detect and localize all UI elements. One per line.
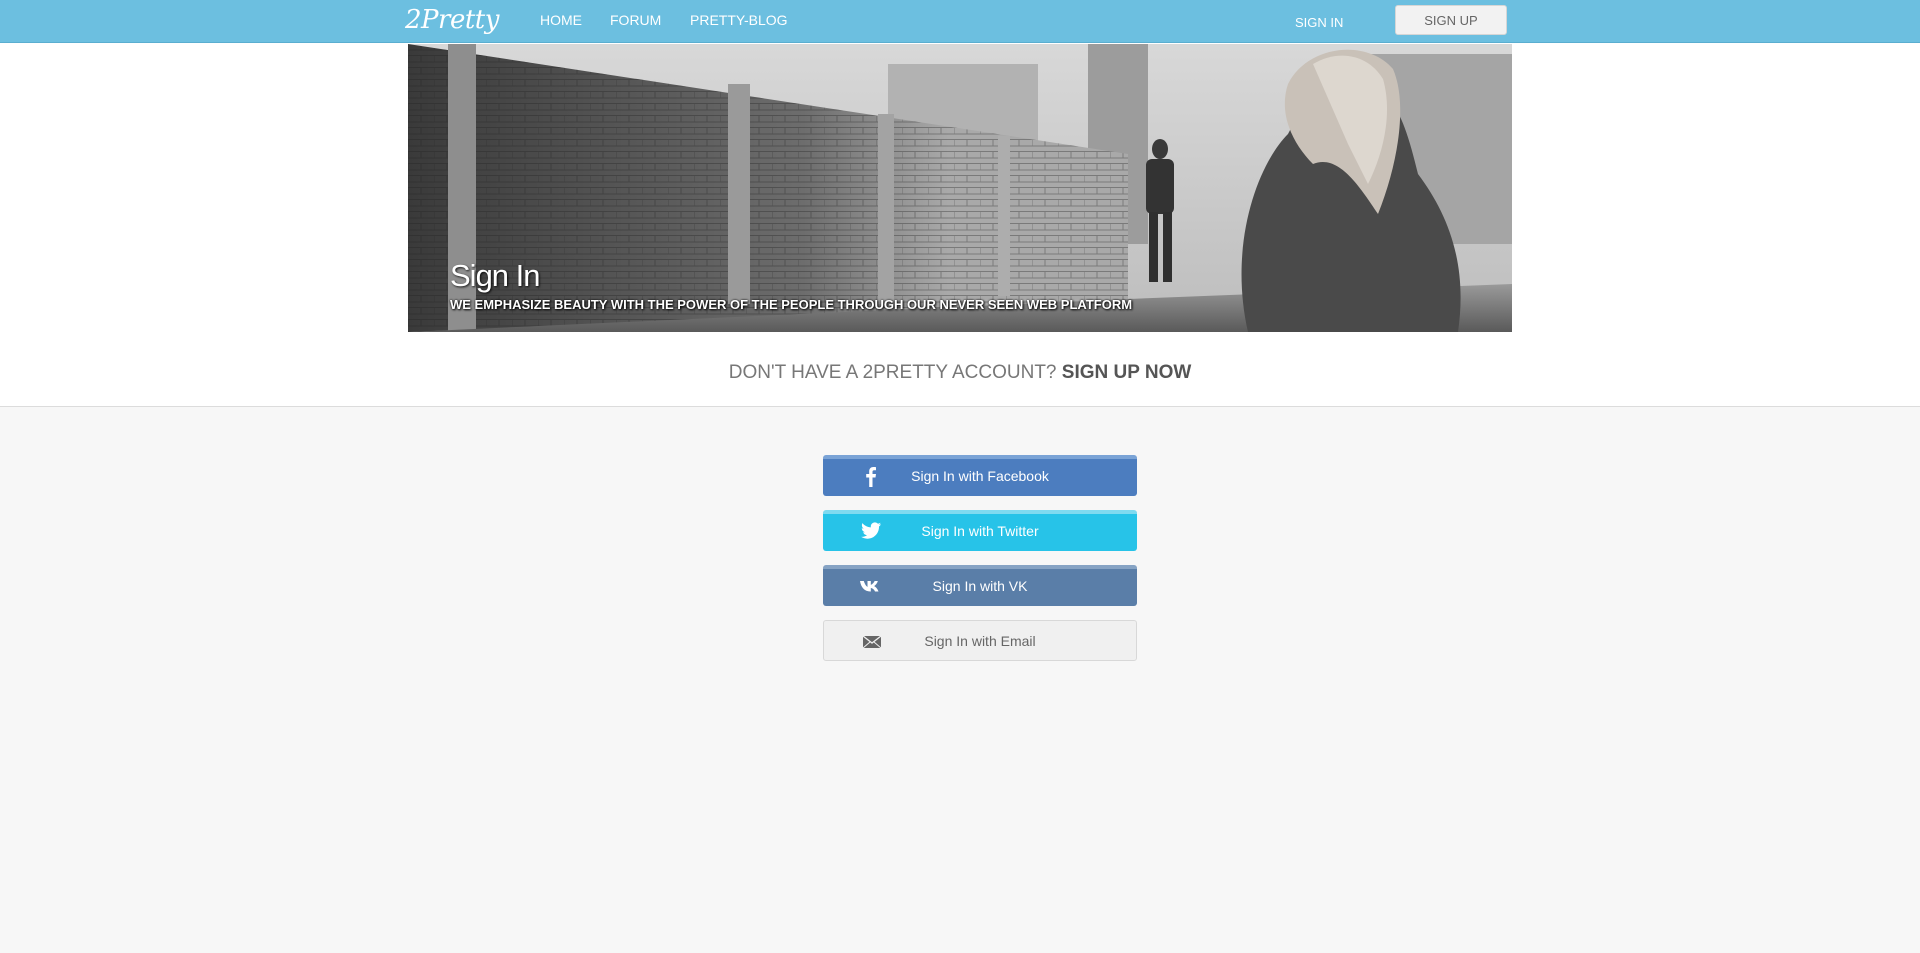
- sign-up-now-link[interactable]: SIGN UP NOW: [1062, 362, 1192, 383]
- sign-in-email-button[interactable]: Sign In with Email: [823, 620, 1137, 661]
- hero-banner: Sign In WE EMPHASIZE BEAUTY WITH THE POW…: [408, 44, 1512, 332]
- vk-icon: [860, 581, 879, 592]
- sign-up-button[interactable]: SIGN UP: [1395, 5, 1507, 35]
- nav-sign-in-link[interactable]: SIGN IN: [1295, 0, 1343, 42]
- vk-button-label: Sign In with VK: [932, 578, 1028, 594]
- facebook-icon: [866, 467, 876, 487]
- sign-in-vk-button[interactable]: Sign In with VK: [823, 565, 1137, 606]
- email-button-label: Sign In with Email: [924, 633, 1036, 649]
- facebook-button-label: Sign In with Facebook: [911, 468, 1049, 484]
- top-navbar: 2Pretty HOME FORUM PRETTY-BLOG SIGN IN S…: [0, 0, 1920, 43]
- envelope-icon: [862, 635, 882, 649]
- hero-subtitle: WE EMPHASIZE BEAUTY WITH THE POWER OF TH…: [450, 297, 1133, 312]
- signup-prompt-text: DON'T HAVE A 2PRETTY ACCOUNT?: [728, 362, 1057, 383]
- sign-in-facebook-button[interactable]: Sign In with Facebook: [823, 455, 1137, 496]
- page-title: Sign In: [450, 258, 541, 293]
- hero-photo: [408, 44, 1512, 332]
- nav-pretty-blog-link[interactable]: PRETTY-BLOG: [690, 0, 788, 42]
- nav-home-link[interactable]: HOME: [540, 0, 582, 42]
- twitter-button-label: Sign In with Twitter: [921, 523, 1039, 539]
- twitter-icon: [861, 522, 881, 539]
- sign-in-twitter-button[interactable]: Sign In with Twitter: [823, 510, 1137, 551]
- site-logo[interactable]: 2Pretty: [405, 3, 499, 37]
- nav-forum-link[interactable]: FORUM: [610, 0, 661, 42]
- signup-prompt: DON'T HAVE A 2PRETTY ACCOUNT? SIGN UP NO…: [0, 362, 1920, 384]
